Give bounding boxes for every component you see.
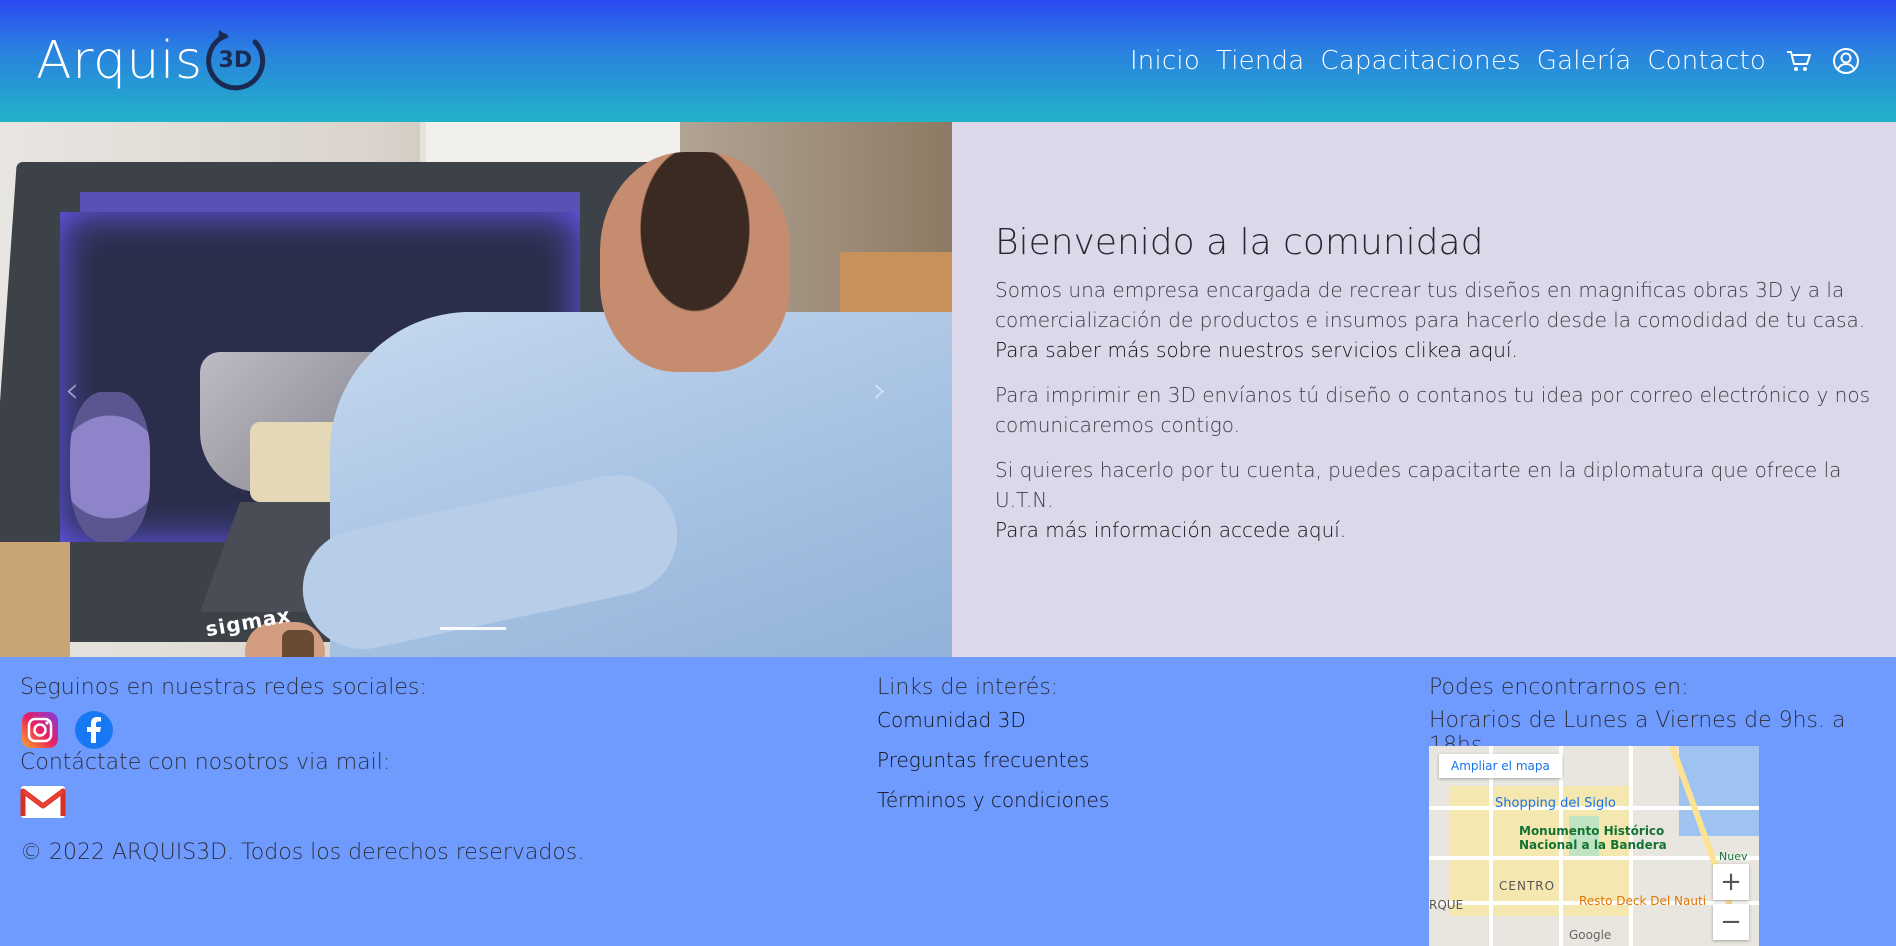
- nav-contacto[interactable]: Contacto: [1647, 46, 1766, 76]
- footer-social-column: Seguinos en nuestras redes sociales: Con…: [20, 675, 427, 823]
- location-map[interactable]: Ampliar el mapa Shopping del Siglo Monum…: [1429, 746, 1759, 946]
- photo-watch: [282, 630, 314, 657]
- map-expand-button[interactable]: Ampliar el mapa: [1439, 754, 1562, 778]
- nav-tienda[interactable]: Tienda: [1216, 46, 1304, 76]
- user-circle-icon[interactable]: [1832, 47, 1860, 75]
- logo-mark-icon: 3D: [205, 28, 267, 94]
- intro-text-1: Somos una empresa encargada de recrear t…: [995, 278, 1866, 332]
- map-place-label: RQUE: [1429, 898, 1464, 912]
- logo[interactable]: Arquis 3D: [36, 21, 267, 101]
- nav-galeria[interactable]: Galería: [1537, 46, 1632, 76]
- intro-paragraph-1: Somos una empresa encargada de recrear t…: [995, 275, 1885, 365]
- services-link[interactable]: Para saber más sobre nuestros servicios …: [995, 338, 1518, 362]
- intro-title: Bienvenido a la comunidad: [995, 222, 1484, 263]
- carousel-next-icon[interactable]: ›: [860, 370, 900, 411]
- social-icons: [20, 710, 427, 750]
- map-place-label: Nuev: [1719, 850, 1748, 863]
- intro-text-3: Si quieres hacerlo por tu cuenta, puedes…: [995, 458, 1842, 512]
- main-nav: Inicio Tienda Capacitaciones Galería Con…: [1114, 46, 1860, 76]
- nav-capacitaciones[interactable]: Capacitaciones: [1320, 46, 1520, 76]
- intro-text-2: Para imprimir en 3D envíanos tú diseño o…: [995, 383, 1870, 437]
- info-link[interactable]: Para más información accede aquí.: [995, 518, 1346, 542]
- image-carousel[interactable]: sigmax ‹ ›: [0, 122, 952, 657]
- intro-panel: Bienvenido a la comunidad Somos una empr…: [952, 122, 1896, 657]
- site-footer: Seguinos en nuestras redes sociales: Con…: [0, 657, 1896, 946]
- logo-mark-text: 3D: [218, 48, 253, 73]
- cart-icon[interactable]: [1786, 49, 1812, 73]
- map-place-label: Resto Deck Del Nauti: [1579, 894, 1707, 908]
- map-place-label: Nacional a la Bandera: [1519, 838, 1667, 852]
- photo-spool-purple: [70, 392, 150, 542]
- instagram-icon[interactable]: [20, 710, 60, 750]
- carousel-prev-icon[interactable]: ‹: [52, 370, 92, 411]
- map-zoom-in-button[interactable]: +: [1713, 864, 1749, 900]
- links-title: Links de interés:: [877, 675, 1059, 700]
- mail-title: Contáctate con nosotros via mail:: [20, 750, 391, 775]
- location-title: Podes encontrarnos en:: [1429, 675, 1689, 700]
- intro-paragraph-2: Para imprimir en 3D envíanos tú diseño o…: [995, 380, 1885, 440]
- map-place-label: CENTRO: [1499, 879, 1556, 893]
- carousel-indicators: [440, 627, 506, 630]
- photo-box-left: [0, 542, 70, 657]
- link-terminos[interactable]: Términos y condiciones: [877, 788, 1109, 812]
- hero-section: sigmax ‹ › Bienvenido a la comunidad Som…: [0, 122, 1896, 657]
- carousel-indicator-active[interactable]: [440, 627, 506, 630]
- logo-text: Arquis: [36, 31, 203, 91]
- map-place-label: Shopping del Siglo: [1495, 796, 1616, 811]
- google-logo: Google: [1569, 928, 1612, 942]
- photo-person-head: [600, 152, 790, 372]
- nav-inicio[interactable]: Inicio: [1130, 46, 1200, 76]
- site-header: Arquis 3D Inicio Tienda Capacitaciones G…: [0, 0, 1896, 122]
- link-comunidad-3d[interactable]: Comunidad 3D: [877, 708, 1109, 732]
- intro-paragraph-3: Si quieres hacerlo por tu cuenta, puedes…: [995, 455, 1885, 545]
- map-place-label: Monumento Histórico: [1519, 824, 1665, 838]
- mail-row: [20, 785, 427, 823]
- facebook-icon[interactable]: [74, 710, 114, 750]
- link-preguntas-frecuentes[interactable]: Preguntas frecuentes: [877, 748, 1109, 772]
- footer-links-column: Links de interés: Comunidad 3D Preguntas…: [877, 675, 1109, 812]
- social-title: Seguinos en nuestras redes sociales:: [20, 675, 427, 700]
- gmail-icon[interactable]: [20, 785, 66, 821]
- copyright: © 2022 ARQUIS3D. Todos los derechos rese…: [20, 840, 585, 865]
- map-zoom-out-button[interactable]: −: [1713, 904, 1749, 940]
